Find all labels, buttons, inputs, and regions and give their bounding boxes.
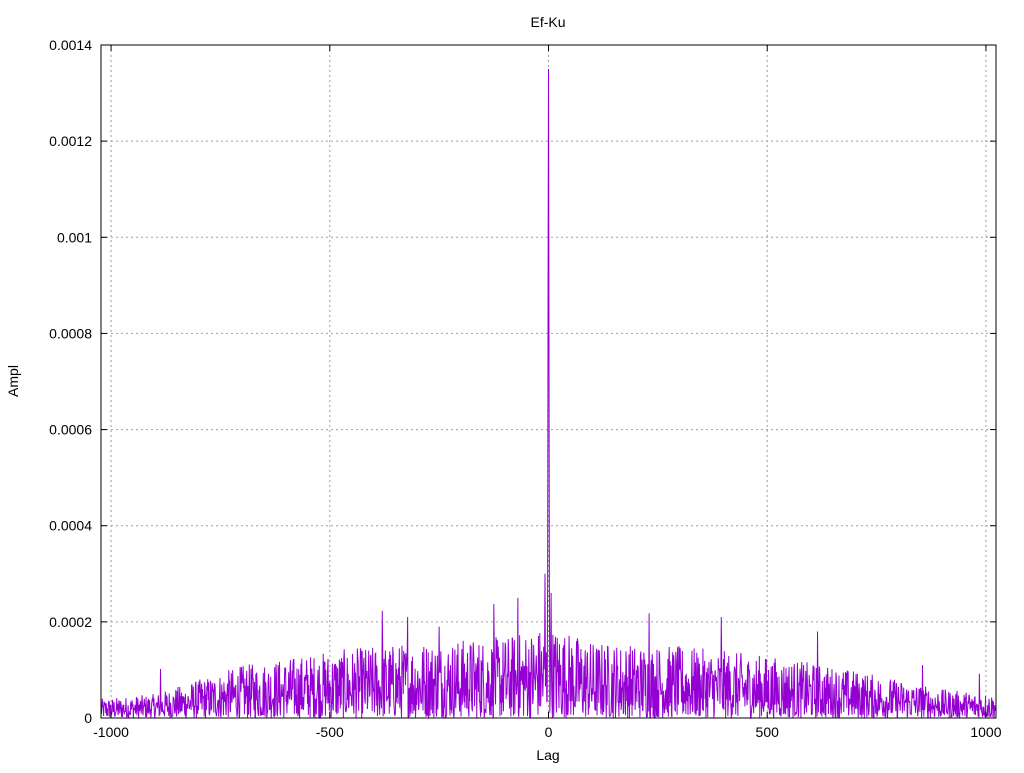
y-tick-label: 0.0012 xyxy=(49,133,92,149)
y-tick-label: 0.0004 xyxy=(49,518,92,534)
x-tick-label: 1000 xyxy=(970,724,1001,740)
x-axis-label: Lag xyxy=(536,747,559,763)
y-tick-label: 0.0014 xyxy=(49,37,92,53)
chart-title: Ef-Ku xyxy=(530,14,565,30)
y-axis-label: Ampl xyxy=(5,365,21,397)
y-tick-label: 0 xyxy=(84,710,92,726)
y-tick-label: 0.001 xyxy=(57,229,92,245)
x-tick-label: 500 xyxy=(756,724,780,740)
x-tick-label: -500 xyxy=(316,724,344,740)
y-tick-label: 0.0002 xyxy=(49,614,92,630)
y-tick-label: 0.0006 xyxy=(49,422,92,438)
ticks: -1000 -500 0 500 1000 0 0.0002 0.0004 0.0006 0.00… xyxy=(49,37,1002,740)
x-tick-label: 0 xyxy=(545,724,553,740)
chart: Ef-Ku -1000 -500 0 500 1000 0 0.0002 0.0004 0.00… xyxy=(5,14,1002,763)
y-tick-label: 0.0008 xyxy=(49,325,92,341)
x-tick-label: -1000 xyxy=(93,724,129,740)
